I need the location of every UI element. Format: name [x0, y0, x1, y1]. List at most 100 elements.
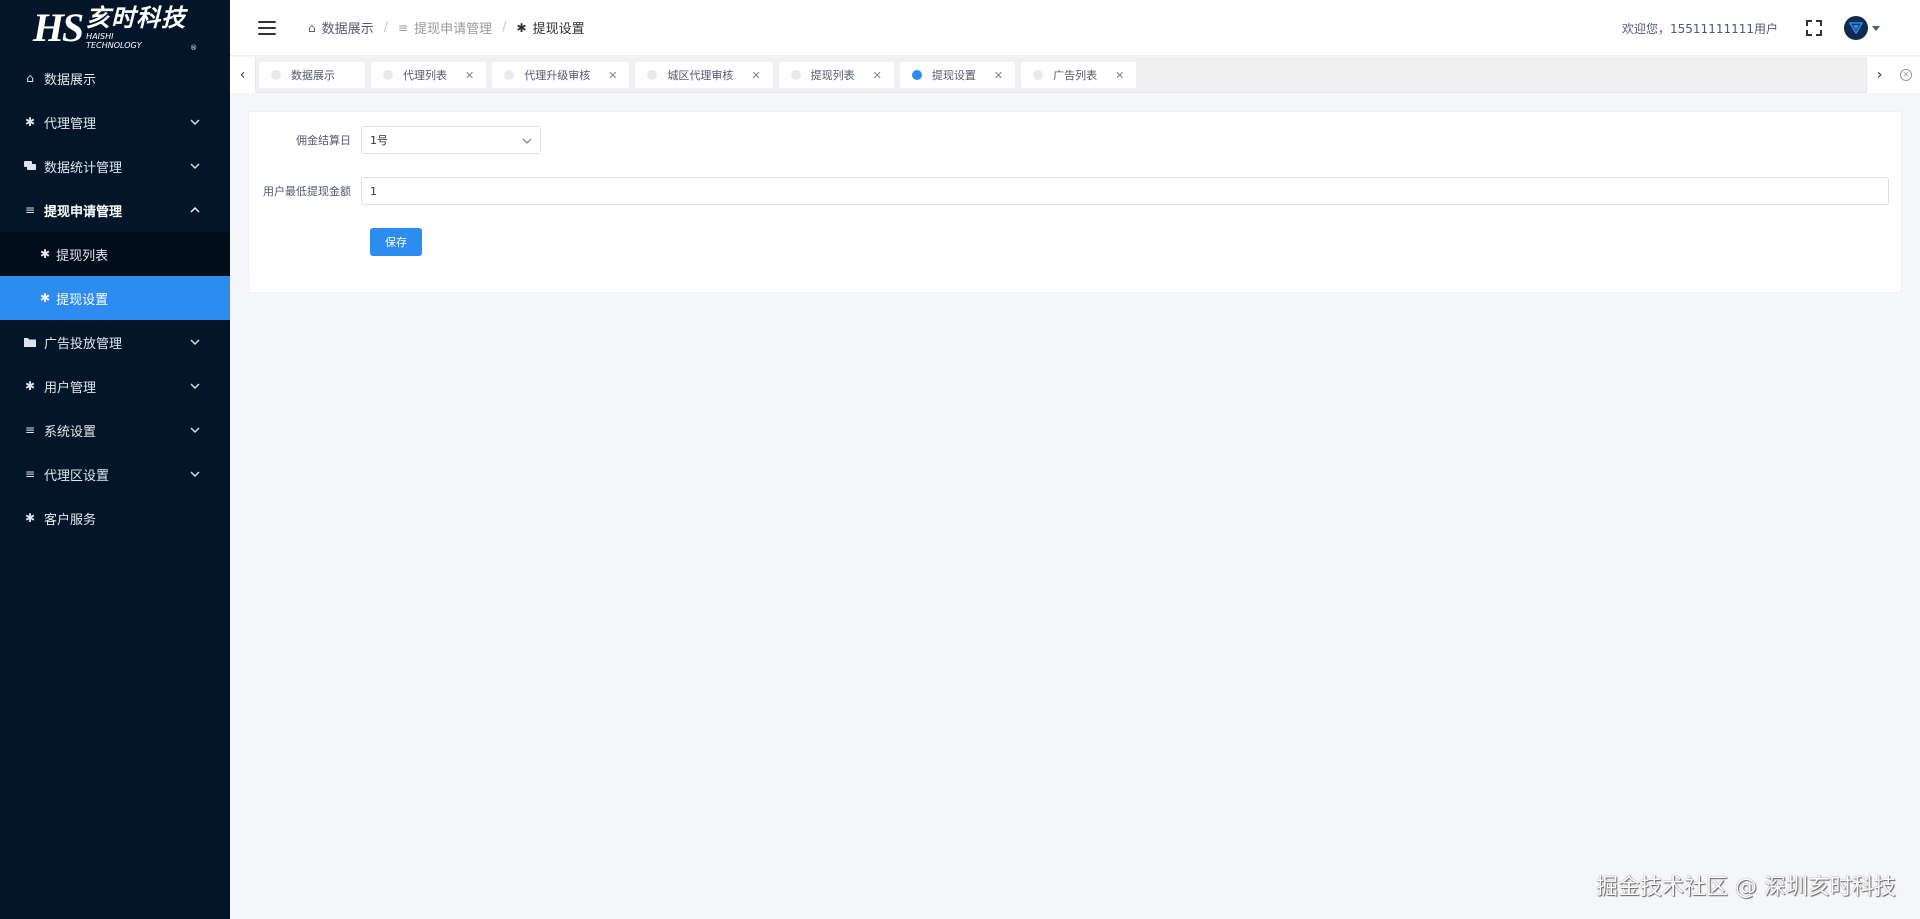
- chevron-down-icon: [188, 159, 202, 173]
- min-withdraw-input[interactable]: [361, 177, 1889, 205]
- breadcrumb-item-data-display[interactable]: ⌂ 数据展示: [308, 18, 374, 38]
- sidebar-item-customer-service[interactable]: ✱ 客户服务: [0, 496, 230, 540]
- sidebar-item-ad-management[interactable]: 广告投放管理: [0, 320, 230, 364]
- sidebar-item-label: 提现申请管理: [44, 204, 123, 220]
- breadcrumb-label: 提现申请管理: [414, 22, 493, 37]
- chevron-down-icon: [188, 115, 202, 129]
- save-button[interactable]: 保存: [370, 228, 422, 256]
- sidebar-item-withdraw-management[interactable]: ≡ 提现申请管理: [0, 188, 230, 232]
- header-user-area: 欢迎您，15511111111用户: [1622, 0, 1880, 56]
- chevron-down-icon: [522, 134, 532, 147]
- tab-label: 城区代理审核: [667, 69, 734, 82]
- close-icon[interactable]: ✕: [994, 69, 1003, 82]
- logo-text: 亥时科技 HAISHI TECHNOLOGY: [86, 7, 186, 50]
- sidebar-item-agent-management[interactable]: ✱ 代理管理: [0, 100, 230, 144]
- tab-ad-list[interactable]: 广告列表 ✕: [1021, 62, 1137, 88]
- form-row-min-withdraw: 用户最低提现金额: [249, 177, 1889, 205]
- breadcrumb-separator: /: [383, 20, 389, 35]
- tab-status-dot: [911, 70, 922, 80]
- logo-name-cn: 亥时科技: [86, 5, 187, 32]
- close-icon[interactable]: ✕: [608, 69, 617, 82]
- watermark: 掘金技术社区 @ 深圳亥时科技: [1596, 875, 1896, 900]
- sidebar-item-user-management[interactable]: ✱ 用户管理: [0, 364, 230, 408]
- list-icon: ≡: [24, 423, 36, 437]
- chevron-down-icon: [188, 467, 202, 481]
- tab-status-dot: [790, 70, 801, 80]
- sidebar: HS 亥时科技 HAISHI TECHNOLOGY ® ⌂ 数据展示 ✱ 代理管…: [0, 0, 230, 919]
- welcome-text: 欢迎您，15511111111用户: [1622, 21, 1778, 36]
- tab-label: 代理列表: [403, 69, 447, 82]
- breadcrumb-item-withdraw-settings: ✱ 提现设置: [516, 18, 585, 38]
- chevron-down-icon: [188, 335, 202, 349]
- breadcrumb-label: 提现设置: [532, 22, 585, 37]
- withdraw-settings-form: 佣金结算日 1号 用户最低提现金额 保存: [248, 111, 1902, 293]
- logo[interactable]: HS 亥时科技 HAISHI TECHNOLOGY ®: [0, 0, 230, 56]
- sidebar-item-label: 广告投放管理: [44, 336, 123, 352]
- sidebar-item-withdraw-settings[interactable]: ✱ 提现设置: [0, 276, 230, 320]
- close-all-tabs-icon[interactable]: ✕: [1892, 57, 1920, 93]
- settlement-day-select[interactable]: 1号: [361, 126, 541, 154]
- chevron-down-icon: [188, 379, 202, 393]
- sidebar-item-label: 代理管理: [44, 116, 97, 132]
- top-header: ⌂ 数据展示 / ≡ 提现申请管理 / ✱ 提现设置 欢迎您，155111111…: [230, 0, 1920, 56]
- tab-withdraw-list[interactable]: 提现列表 ✕: [778, 62, 894, 88]
- home-icon: ⌂: [26, 71, 34, 85]
- sidebar-item-data-display[interactable]: ⌂ 数据展示: [0, 56, 230, 100]
- sidebar-item-agent-area-settings[interactable]: ≡ 代理区设置: [0, 452, 230, 496]
- sidebar-item-label: 提现列表: [56, 248, 109, 264]
- sidebar-item-label: 数据展示: [44, 72, 97, 88]
- tab-label: 提现设置: [931, 69, 976, 82]
- logo-name-en-2: TECHNOLOGY: [86, 40, 142, 50]
- caret-down-icon[interactable]: [1872, 25, 1880, 31]
- sidebar-item-stats-management[interactable]: 数据统计管理: [0, 144, 230, 188]
- settlement-day-label: 佣金结算日: [296, 134, 351, 147]
- chevron-down-icon: [188, 423, 202, 437]
- tab-status-dot: [647, 70, 658, 80]
- close-icon[interactable]: ✕: [751, 69, 760, 82]
- tab-data-display[interactable]: 数据展示: [259, 62, 365, 88]
- tab-district-agent-review[interactable]: 城区代理审核 ✕: [635, 62, 773, 88]
- avatar[interactable]: [1844, 16, 1868, 40]
- sidebar-item-system-settings[interactable]: ≡ 系统设置: [0, 408, 230, 452]
- tab-agent-upgrade-review[interactable]: 代理升级审核 ✕: [492, 62, 630, 88]
- chevron-right-icon[interactable]: ›: [1866, 57, 1892, 93]
- logo-name-en-1: HAISHI: [86, 31, 114, 41]
- tab-label: 数据展示: [291, 69, 335, 82]
- sidebar-item-label: 代理区设置: [44, 468, 110, 484]
- tab-withdraw-settings[interactable]: 提现设置 ✕: [899, 62, 1016, 88]
- list-icon: ≡: [24, 203, 36, 217]
- tab-label: 广告列表: [1053, 69, 1098, 82]
- tab-list: 数据展示 代理列表 ✕ 代理升级审核 ✕ 城区代理审核 ✕ 提现列表 ✕ 提现设…: [259, 62, 1142, 88]
- sidebar-item-withdraw-list[interactable]: ✱ 提现列表: [0, 232, 230, 276]
- home-icon: ⌂: [308, 20, 316, 35]
- sidebar-menu: ⌂ 数据展示 ✱ 代理管理 数据统计管理 ≡ 提现申请管理 ✱ 提现列表 ✱ 提…: [0, 56, 230, 540]
- sidebar-item-label: 客户服务: [44, 512, 97, 528]
- close-icon[interactable]: ✕: [873, 69, 882, 82]
- close-icon[interactable]: ✕: [1115, 69, 1124, 82]
- tabs-bar: ‹ 数据展示 代理列表 ✕ 代理升级审核 ✕ 城区代理审核 ✕ 提现列表 ✕ 提: [230, 57, 1920, 93]
- breadcrumb: ⌂ 数据展示 / ≡ 提现申请管理 / ✱ 提现设置: [308, 18, 585, 37]
- breadcrumb-item-withdraw-management[interactable]: ≡ 提现申请管理: [398, 18, 493, 38]
- breadcrumb-separator: /: [502, 20, 507, 35]
- sidebar-item-label: 提现设置: [56, 292, 109, 308]
- tab-status-dot: [383, 70, 393, 80]
- tab-status-dot: [271, 70, 281, 80]
- close-icon[interactable]: ✕: [465, 69, 474, 82]
- tab-agent-list[interactable]: 代理列表 ✕: [371, 62, 487, 88]
- asterisk-icon: ✱: [516, 20, 527, 35]
- fullscreen-icon[interactable]: [1806, 20, 1822, 36]
- list-icon: ≡: [24, 467, 36, 481]
- chevron-up-icon: [188, 203, 202, 217]
- sidebar-item-label: 用户管理: [44, 380, 97, 396]
- sidebar-item-label: 数据统计管理: [44, 160, 123, 176]
- tab-label: 代理升级审核: [524, 69, 591, 82]
- chevron-left-icon[interactable]: ‹: [230, 57, 256, 93]
- tab-status-dot: [1033, 70, 1044, 80]
- logo-mark: HS: [32, 5, 84, 50]
- sidebar-item-label: 系统设置: [44, 424, 97, 440]
- form-row-settlement-day: 佣金结算日 1号: [249, 126, 541, 154]
- asterisk-icon: ✱: [24, 115, 36, 129]
- tab-label: 提现列表: [810, 69, 855, 82]
- menu-toggle-icon[interactable]: [258, 20, 276, 35]
- asterisk-icon: ✱: [40, 247, 51, 261]
